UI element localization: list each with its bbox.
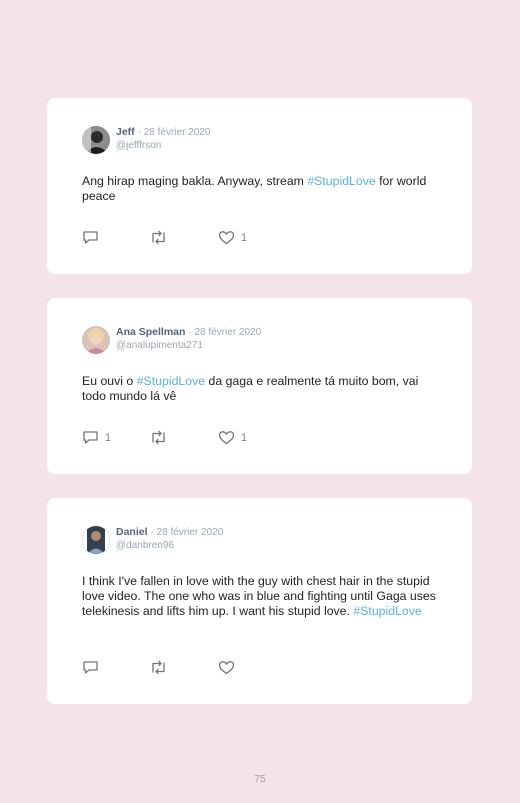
tweet-actions: 1 1 bbox=[82, 430, 247, 445]
tweet-header: Jeff · 28 février 2020 @jefffrson bbox=[82, 126, 210, 154]
tweet-text: Ang hirap maging bakla. Anyway, stream #… bbox=[82, 174, 442, 204]
user-name[interactable]: Ana Spellman bbox=[116, 326, 185, 338]
retweet-action[interactable] bbox=[150, 660, 218, 675]
avatar[interactable] bbox=[82, 526, 110, 554]
user-meta: Daniel · 28 février 2020 @danbren96 bbox=[116, 526, 223, 552]
like-count: 1 bbox=[241, 231, 248, 244]
avatar[interactable] bbox=[82, 126, 110, 154]
retweet-icon[interactable] bbox=[150, 660, 167, 675]
tweet-card: Daniel · 28 février 2020 @danbren96 I th… bbox=[47, 498, 472, 704]
like-icon[interactable] bbox=[218, 430, 235, 445]
user-handle[interactable]: @danbren96 bbox=[116, 539, 223, 552]
page-number: 75 bbox=[254, 774, 266, 785]
like-action[interactable]: 1 bbox=[218, 230, 247, 245]
like-icon[interactable] bbox=[218, 660, 235, 675]
tweet-header: Ana Spellman · 28 février 2020 @analupim… bbox=[82, 326, 261, 354]
avatar[interactable] bbox=[82, 326, 110, 354]
hashtag-link[interactable]: #StupidLove bbox=[307, 174, 375, 188]
tweet-card: Ana Spellman · 28 février 2020 @analupim… bbox=[47, 298, 472, 474]
reply-action[interactable]: 1 bbox=[82, 430, 150, 445]
tweet-date[interactable]: · 28 février 2020 bbox=[150, 527, 223, 538]
tweet-text-before: Ang hirap maging bakla. Anyway, stream bbox=[82, 174, 308, 188]
tweet-text: Eu ouvi o #StupidLove da gaga e realment… bbox=[82, 374, 442, 404]
user-name[interactable]: Daniel bbox=[116, 526, 148, 538]
retweet-icon[interactable] bbox=[150, 430, 167, 445]
tweet-date[interactable]: · 28 février 2020 bbox=[138, 127, 211, 138]
reply-icon[interactable] bbox=[82, 230, 99, 245]
tweet-actions bbox=[82, 660, 241, 675]
hashtag-link[interactable]: #StupidLove bbox=[353, 604, 421, 618]
reply-count: 1 bbox=[105, 431, 112, 444]
like-icon[interactable] bbox=[218, 230, 235, 245]
like-count: 1 bbox=[241, 431, 248, 444]
retweet-icon[interactable] bbox=[150, 230, 167, 245]
reply-action[interactable] bbox=[82, 660, 150, 675]
user-handle[interactable]: @jefffrson bbox=[116, 139, 210, 152]
reply-action[interactable] bbox=[82, 230, 150, 245]
like-action[interactable] bbox=[218, 660, 241, 675]
tweet-text: I think I've fallen in love with the guy… bbox=[82, 574, 442, 619]
tweet-text-before: Eu ouvi o bbox=[82, 374, 137, 388]
retweet-action[interactable] bbox=[150, 430, 218, 445]
tweet-date[interactable]: · 28 février 2020 bbox=[188, 327, 261, 338]
tweet-card: Jeff · 28 février 2020 @jefffrson Ang hi… bbox=[47, 98, 472, 274]
retweet-action[interactable] bbox=[150, 230, 218, 245]
user-handle[interactable]: @analupimenta271 bbox=[116, 339, 261, 352]
reply-icon[interactable] bbox=[82, 430, 99, 445]
user-meta: Ana Spellman · 28 février 2020 @analupim… bbox=[116, 326, 261, 352]
user-meta: Jeff · 28 février 2020 @jefffrson bbox=[116, 126, 210, 152]
tweet-actions: 1 bbox=[82, 230, 247, 245]
like-action[interactable]: 1 bbox=[218, 430, 247, 445]
reply-icon[interactable] bbox=[82, 660, 99, 675]
hashtag-link[interactable]: #StupidLove bbox=[137, 374, 205, 388]
tweet-header: Daniel · 28 février 2020 @danbren96 bbox=[82, 526, 223, 554]
user-name[interactable]: Jeff bbox=[116, 126, 135, 138]
